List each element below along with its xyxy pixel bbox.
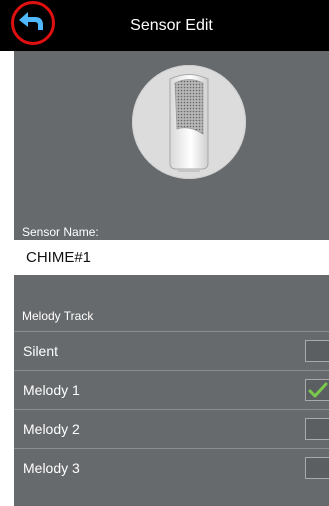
melody-option-row[interactable]: Melody 3 — [14, 449, 329, 487]
melody-checkbox[interactable] — [305, 457, 329, 479]
sensor-edit-screen: Sensor Edit Sensor Name: CHIME#1 Melody … — [0, 0, 329, 506]
page-title: Sensor Edit — [130, 17, 213, 34]
app-header: Sensor Edit — [0, 0, 329, 51]
melody-checkbox[interactable] — [305, 340, 329, 362]
melody-option-label: Melody 1 — [23, 382, 80, 398]
melody-checkbox[interactable] — [305, 379, 329, 401]
melody-option-label: Melody 2 — [23, 421, 80, 437]
melody-checkbox[interactable] — [305, 418, 329, 440]
melody-option-row[interactable]: Silent — [14, 332, 329, 370]
sensor-panel: Sensor Name: Melody Track Silent Melody … — [14, 51, 329, 506]
melody-option-row[interactable]: Melody 2 — [14, 410, 329, 448]
sensor-image — [132, 65, 246, 179]
left-edge — [0, 0, 14, 506]
sensor-name-label: Sensor Name: — [22, 225, 99, 239]
check-icon — [308, 382, 328, 398]
melody-option-label: Silent — [23, 343, 59, 359]
sensor-name-input[interactable] — [14, 240, 329, 275]
melody-option-label: Melody 3 — [23, 460, 80, 476]
melody-option-row[interactable]: Melody 1 — [14, 371, 329, 409]
chime-sensor-icon — [169, 74, 209, 172]
melody-track-label: Melody Track — [22, 309, 94, 323]
